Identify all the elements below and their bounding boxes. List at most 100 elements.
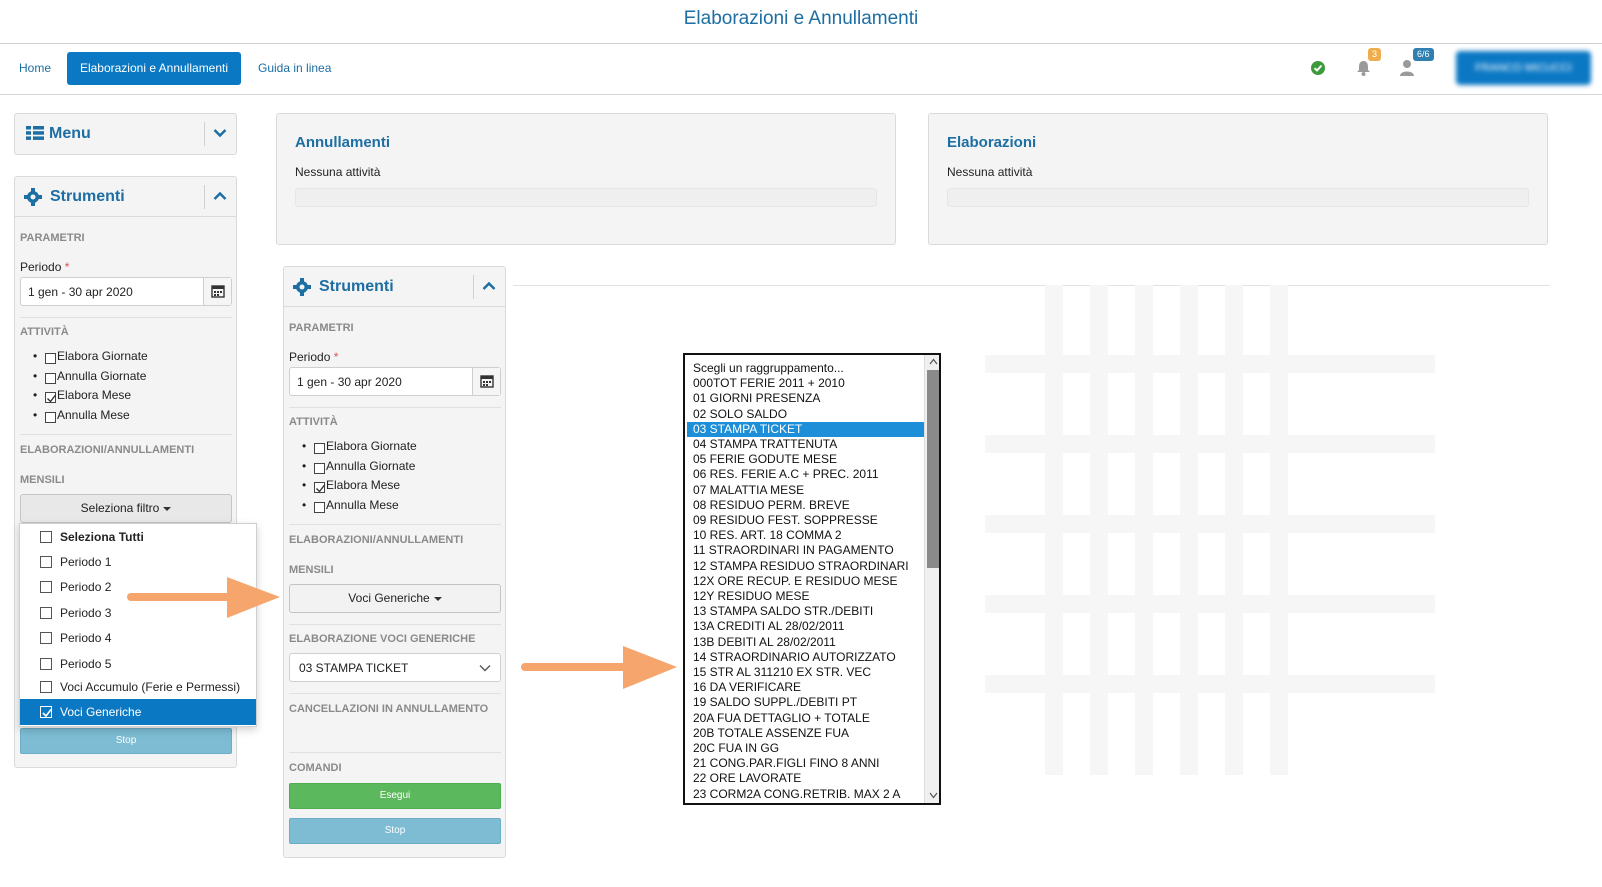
grouping-select-value: 03 STAMPA TICKET	[299, 661, 409, 675]
grouping-option[interactable]: 12X ORE RECUP. E RESIDUO MESE	[687, 574, 924, 589]
annotation-arrow-icon	[521, 646, 677, 689]
left-stop-button[interactable]: Stop	[20, 728, 232, 754]
checkbox[interactable]	[40, 681, 52, 693]
left-tools-separator	[204, 185, 205, 209]
checkbox[interactable]	[45, 373, 56, 384]
checkbox[interactable]	[40, 632, 52, 644]
checkbox-checked[interactable]	[45, 392, 57, 403]
grouping-option[interactable]: 04 STAMPA TRATTENUTA	[687, 437, 924, 452]
grouping-option[interactable]: 19 SALDO SUPPL./DEBITI PT	[687, 695, 924, 710]
bell-icon[interactable]	[1355, 59, 1372, 77]
grouping-option[interactable]: 20C FUA IN GG	[687, 741, 924, 756]
period-label: Periodo *	[289, 350, 339, 364]
grouping-option[interactable]: 10 RES. ART. 18 COMMA 2	[687, 528, 924, 543]
grouping-option[interactable]: 13A CREDITI AL 28/02/2011	[687, 619, 924, 634]
voci-dropdown-button[interactable]: Voci Generiche	[289, 584, 501, 613]
chevron-up-icon[interactable]	[213, 191, 227, 201]
grouping-select[interactable]: 03 STAMPA TICKET	[289, 653, 501, 682]
scroll-up-icon[interactable]	[929, 358, 938, 365]
checkbox[interactable]	[40, 581, 52, 593]
grouping-option[interactable]: 05 FERIE GODUTE MESE	[687, 452, 924, 467]
checkbox[interactable]	[40, 607, 52, 619]
grouping-option[interactable]: 03 STAMPA TICKET	[687, 421, 924, 437]
user-icon[interactable]	[1399, 59, 1415, 77]
checkbox[interactable]	[45, 353, 56, 364]
monthly-heading: MENSILI	[289, 564, 334, 576]
divider	[289, 693, 501, 694]
nav-guide-link[interactable]: Guida in linea	[258, 52, 331, 85]
divider	[20, 434, 232, 435]
elab-heading: ELABORAZIONI/ANNULLAMENTI	[289, 534, 464, 546]
grouping-option[interactable]: 12Y RESIDUO MESE	[687, 589, 924, 604]
nav-elaborazioni-tab[interactable]: Elaborazioni e Annullamenti	[67, 52, 241, 85]
chevron-down-icon[interactable]	[213, 128, 227, 138]
checkbox[interactable]	[314, 443, 325, 454]
grouping-option[interactable]: 07 MALATTIA MESE	[687, 483, 924, 498]
mid-stop-button[interactable]: Stop	[289, 818, 501, 844]
run-button[interactable]: Esegui	[289, 783, 501, 809]
check-icon	[316, 484, 326, 493]
checkbox[interactable]	[314, 463, 325, 474]
checkbox-checked[interactable]	[314, 482, 326, 493]
scroll-down-icon[interactable]	[929, 792, 938, 799]
status-ok-icon[interactable]	[1310, 60, 1326, 76]
user-menu-button[interactable]: FRANCO MICUCCI	[1456, 51, 1591, 85]
period-value: 1 gen - 30 apr 2020	[297, 375, 402, 389]
grouping-option[interactable]: 09 RESIDUO FEST. SOPPRESSE	[687, 513, 924, 528]
scrollbar-thumb[interactable]	[927, 370, 939, 568]
divider	[289, 524, 501, 525]
grouping-option[interactable]: 01 GIORNI PRESENZA	[687, 391, 924, 406]
period-label: Periodo *	[20, 260, 70, 274]
grouping-option[interactable]: 13B DEBITI AL 28/02/2011	[687, 635, 924, 650]
notifications-badge: 3	[1368, 48, 1382, 61]
filter-dropdown-button[interactable]: Seleziona filtro	[20, 494, 232, 523]
checkbox[interactable]	[40, 556, 52, 568]
filter-option-voci-generiche[interactable]: Voci Generiche	[20, 699, 256, 725]
filter-option-periodo-4[interactable]: Periodo 4	[20, 625, 256, 651]
grouping-option[interactable]: 16 DA VERIFICARE	[687, 680, 924, 695]
grouping-option[interactable]: 20A FUA DETTAGLIO + TOTALE	[687, 711, 924, 726]
chevron-down-icon	[479, 665, 491, 672]
check-icon	[42, 709, 52, 718]
grouping-listbox[interactable]: Scegli un raggruppamento... 000TOT FERIE …	[683, 353, 941, 805]
grouping-option[interactable]: 21 CONG.PAR.FIGLI FINO 8 ANNI	[687, 756, 924, 771]
annullamenti-panel: Annullamenti Nessuna attività	[276, 113, 896, 245]
grouping-option[interactable]: 13 STAMPA SALDO STR./DEBITI	[687, 604, 924, 619]
voci-heading: ELABORAZIONE VOCI GENERICHE	[289, 633, 476, 645]
grouping-option[interactable]: 12 STAMPA RESIDUO STRAORDINARI	[687, 559, 924, 574]
grouping-option[interactable]: 11 STRAORDINARI IN PAGAMENTO	[687, 543, 924, 558]
filter-option-periodo-1[interactable]: Periodo 1	[20, 549, 256, 575]
period-input[interactable]: 1 gen - 30 apr 2020	[20, 277, 232, 306]
checkbox[interactable]	[40, 531, 52, 543]
grouping-option[interactable]: 08 RESIDUO PERM. BREVE	[687, 498, 924, 513]
grouping-option[interactable]: 24 FERIE AL 31/12/2011	[687, 802, 924, 803]
activities-heading: ATTIVITÀ	[20, 326, 69, 338]
caret-down-icon	[433, 596, 442, 601]
nav-home-link[interactable]: Home	[19, 52, 51, 85]
checkbox[interactable]	[45, 412, 56, 423]
grouping-option[interactable]: 06 RES. FERIE A.C + PREC. 2011	[687, 467, 924, 482]
grouping-option[interactable]: 23 CORM2A CONG.RETRIB. MAX 2 A	[687, 787, 924, 802]
calendar-button[interactable]	[472, 368, 500, 395]
listbox-scrollbar[interactable]	[924, 355, 939, 803]
left-tools-title: Strumenti	[50, 188, 125, 205]
checkbox-checked[interactable]	[40, 706, 52, 718]
calendar-button[interactable]	[203, 278, 231, 305]
grouping-option[interactable]: 000TOT FERIE 2011 + 2010	[687, 376, 924, 391]
grouping-option[interactable]: 15 STR AL 311210 EX STR. VEC	[687, 665, 924, 680]
mid-tools-panel: Strumenti PARAMETRI Periodo * 1 gen - 30…	[283, 266, 506, 858]
filter-option-select-all[interactable]: Seleziona Tutti	[20, 524, 256, 550]
period-input[interactable]: 1 gen - 30 apr 2020	[289, 367, 501, 396]
grouping-option[interactable]: 22 ORE LAVORATE	[687, 771, 924, 786]
menu-separator	[204, 122, 205, 146]
grouping-option[interactable]: 20B TOTALE ASSENZE FUA	[687, 726, 924, 741]
grouping-option[interactable]: 14 STRAORDINARIO AUTORIZZATO	[687, 650, 924, 665]
filter-option-voci-accumulo[interactable]: Voci Accumulo (Ferie e Permessi)	[20, 674, 256, 700]
divider	[289, 752, 501, 753]
cancel-heading: CANCELLAZIONI IN ANNULLAMENTO	[289, 703, 489, 715]
checkbox[interactable]	[314, 502, 325, 513]
grouping-option[interactable]: Scegli un raggruppamento...	[687, 361, 924, 376]
checkbox[interactable]	[40, 658, 52, 670]
grouping-option[interactable]: 02 SOLO SALDO	[687, 407, 924, 422]
chevron-up-icon[interactable]	[482, 281, 496, 291]
